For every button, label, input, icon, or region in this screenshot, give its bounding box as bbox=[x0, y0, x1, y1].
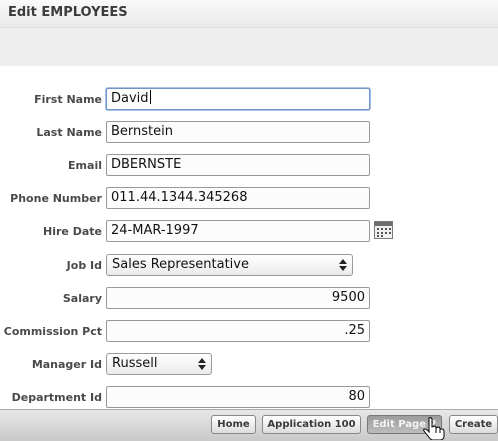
hire-date-row: Hire Date 24-MAR-1997 bbox=[0, 220, 498, 244]
last-name-input[interactable]: Bernstein bbox=[106, 121, 370, 143]
email-label: Email bbox=[68, 159, 102, 172]
department-id-row: Department Id 80 bbox=[0, 386, 498, 410]
phone-number-label: Phone Number bbox=[10, 192, 102, 205]
edit-page-button[interactable]: Edit Page 2 bbox=[367, 415, 442, 434]
phone-number-input[interactable]: 011.44.1344.345268 bbox=[106, 187, 370, 209]
job-id-selected: Sales Representative bbox=[112, 257, 249, 272]
manager-id-label: Manager Id bbox=[31, 358, 102, 371]
department-id-label: Department Id bbox=[11, 391, 102, 404]
first-name-input[interactable]: David bbox=[106, 88, 370, 110]
page-header: Edit EMPLOYEES bbox=[0, 0, 498, 28]
last-name-label: Last Name bbox=[36, 126, 102, 139]
updown-arrow-icon bbox=[339, 259, 347, 271]
phone-number-row: Phone Number 011.44.1344.345268 bbox=[0, 187, 498, 211]
manager-id-select[interactable]: Russell bbox=[106, 353, 212, 375]
region-header-band bbox=[0, 28, 498, 66]
salary-row: Salary 9500 bbox=[0, 287, 498, 311]
job-id-select[interactable]: Sales Representative bbox=[106, 254, 353, 276]
commission-pct-label: Commission Pct bbox=[3, 325, 102, 338]
salary-label: Salary bbox=[62, 292, 102, 305]
form-region: First Name David Last Name Bernstein Ema… bbox=[0, 66, 498, 410]
create-button[interactable]: Create bbox=[449, 415, 498, 434]
calendar-icon[interactable] bbox=[374, 221, 393, 239]
hire-date-input[interactable]: 24-MAR-1997 bbox=[106, 220, 370, 242]
commission-pct-input[interactable]: .25 bbox=[106, 320, 370, 342]
developer-toolbar: Home Application 100 Edit Page 2 Create bbox=[0, 409, 498, 441]
email-input[interactable]: DBERNSTE bbox=[106, 154, 370, 176]
department-id-input[interactable]: 80 bbox=[106, 386, 370, 408]
text-caret bbox=[149, 90, 151, 104]
page-title: Edit EMPLOYEES bbox=[8, 5, 128, 20]
last-name-row: Last Name Bernstein bbox=[0, 121, 498, 145]
salary-input[interactable]: 9500 bbox=[106, 287, 370, 309]
updown-arrow-icon bbox=[198, 358, 206, 370]
application-button[interactable]: Application 100 bbox=[262, 415, 361, 434]
job-id-row: Job Id Sales Representative bbox=[0, 254, 498, 278]
job-id-label: Job Id bbox=[66, 259, 102, 272]
home-button[interactable]: Home bbox=[211, 415, 256, 434]
manager-id-row: Manager Id Russell bbox=[0, 353, 498, 377]
commission-pct-row: Commission Pct .25 bbox=[0, 320, 498, 344]
email-row: Email DBERNSTE bbox=[0, 154, 498, 178]
first-name-row: First Name David bbox=[0, 88, 498, 112]
first-name-label: First Name bbox=[34, 93, 102, 106]
first-name-value: David bbox=[111, 91, 149, 106]
manager-id-selected: Russell bbox=[112, 356, 158, 371]
hire-date-label: Hire Date bbox=[43, 225, 102, 238]
